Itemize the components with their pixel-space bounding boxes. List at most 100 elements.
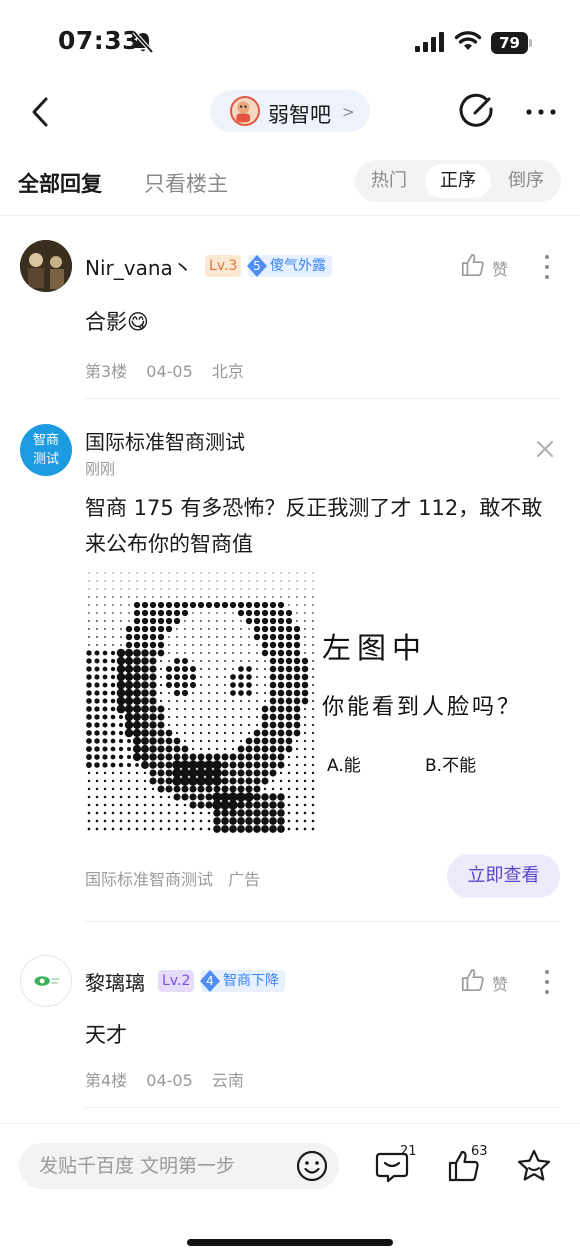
halftone-dot xyxy=(303,779,307,783)
halftone-dot xyxy=(224,652,226,654)
like-button[interactable]: 赞 xyxy=(460,967,520,995)
like-button[interactable]: 赞 xyxy=(460,252,520,280)
halftone-dot xyxy=(232,652,234,654)
halftone-dot xyxy=(149,633,157,641)
halftone-dot xyxy=(304,596,306,598)
halftone-dot xyxy=(232,636,234,638)
tab-only-op[interactable]: 只看楼主 xyxy=(144,168,228,198)
halftone-dot xyxy=(311,739,315,743)
halftone-dot xyxy=(199,811,203,815)
halftone-dot xyxy=(135,787,139,791)
halftone-dot xyxy=(192,588,194,590)
halftone-dot xyxy=(86,762,92,768)
halftone-dot xyxy=(216,636,218,638)
halftone-dot xyxy=(200,668,202,670)
halftone-dot xyxy=(223,739,227,743)
halftone-dot xyxy=(239,715,243,719)
halftone-dot xyxy=(221,777,229,785)
halftone-dot xyxy=(128,612,130,614)
halftone-dot xyxy=(167,803,171,807)
halftone-dot xyxy=(245,777,253,785)
halftone-dot xyxy=(240,652,242,654)
halftone-dot xyxy=(253,633,261,641)
title-badge: 5 傻气外露 xyxy=(247,255,332,277)
halftone-dot xyxy=(208,660,210,662)
halftone-dot xyxy=(151,795,155,799)
halftone-dot xyxy=(135,763,139,767)
halftone-dot xyxy=(303,811,307,815)
halftone-dot xyxy=(304,620,306,622)
forum-link[interactable]: 弱智吧 > xyxy=(210,90,370,132)
halftone-dot xyxy=(118,754,124,760)
username[interactable]: Nir_vana丶 xyxy=(85,252,193,281)
comment-input[interactable] xyxy=(19,1143,339,1189)
halftone-dot xyxy=(200,620,202,622)
halftone-dot xyxy=(280,580,282,582)
forum-avatar xyxy=(230,96,260,126)
halftone-dot xyxy=(94,682,100,688)
halftone-dot xyxy=(173,689,181,697)
sort-hot[interactable]: 热门 xyxy=(355,164,423,198)
view-now-button[interactable]: 立即查看 xyxy=(447,854,560,898)
halftone-dot xyxy=(157,729,165,737)
home-indicator[interactable] xyxy=(187,1239,393,1246)
kebab-menu-icon[interactable] xyxy=(536,252,558,282)
halftone-dot xyxy=(261,601,269,609)
ad-title[interactable]: 国际标准智商测试 xyxy=(85,426,245,455)
emoji-icon[interactable] xyxy=(295,1149,329,1183)
username[interactable]: 黎璃璃 xyxy=(85,967,145,996)
halftone-dot xyxy=(141,753,149,761)
halftone-dot xyxy=(272,572,274,574)
halftone-dot xyxy=(261,705,269,713)
halftone-dot xyxy=(224,628,226,630)
halftone-dot xyxy=(127,739,131,743)
halftone-dot xyxy=(280,596,282,598)
halftone-dot xyxy=(192,660,194,662)
halftone-dot xyxy=(133,689,141,697)
halftone-dot xyxy=(248,588,250,590)
halftone-dot xyxy=(311,763,315,767)
halftone-dot xyxy=(119,827,123,831)
halftone-dot xyxy=(173,745,181,753)
halftone-dot xyxy=(175,827,179,831)
halftone-dot xyxy=(102,698,108,704)
halftone-dot xyxy=(135,795,139,799)
halftone-dot xyxy=(184,620,186,622)
halftone-dot xyxy=(295,787,299,791)
back-arrow-icon[interactable] xyxy=(26,94,58,130)
halftone-face-image xyxy=(86,572,315,833)
avatar[interactable] xyxy=(20,955,72,1007)
tab-all-replies[interactable]: 全部回复 xyxy=(18,168,102,198)
bottom-bar: 21 63 xyxy=(0,1123,580,1257)
halftone-dot xyxy=(311,723,315,727)
halftone-dot xyxy=(141,689,149,697)
sort-descending[interactable]: 倒序 xyxy=(493,164,559,198)
halftone-dot xyxy=(229,753,237,761)
edit-post-icon[interactable] xyxy=(458,92,496,130)
sort-ascending[interactable]: 正序 xyxy=(425,164,491,198)
halftone-dot xyxy=(277,649,285,657)
close-icon[interactable] xyxy=(534,438,556,460)
halftone-dot xyxy=(240,644,242,646)
halftone-dot xyxy=(95,819,99,823)
halftone-dot xyxy=(133,617,141,625)
kebab-menu-icon[interactable] xyxy=(536,967,558,997)
ad-image[interactable]: 左图中 你能看到人脸吗？ A.能 B.不能 xyxy=(85,569,545,837)
more-options-icon[interactable] xyxy=(524,94,558,130)
reply-tabs: 全部回复 只看楼主 热门 正序 倒序 xyxy=(0,150,580,216)
ad-avatar[interactable]: 智商 测试 xyxy=(20,424,72,476)
favorite-star-icon[interactable] xyxy=(516,1148,552,1184)
halftone-dot xyxy=(149,753,157,761)
halftone-dot xyxy=(160,580,162,582)
halftone-dot xyxy=(112,572,114,574)
halftone-dot xyxy=(151,803,155,807)
avatar[interactable] xyxy=(20,240,72,292)
halftone-dot xyxy=(116,664,126,674)
halftone-dot xyxy=(200,596,202,598)
halftone-dot xyxy=(133,681,141,689)
halftone-dot xyxy=(126,762,132,768)
halftone-dot xyxy=(207,739,211,743)
halftone-dot xyxy=(256,692,258,694)
reply-meta: 第3楼 04-05 北京 xyxy=(85,358,258,382)
halftone-dot xyxy=(96,644,98,646)
